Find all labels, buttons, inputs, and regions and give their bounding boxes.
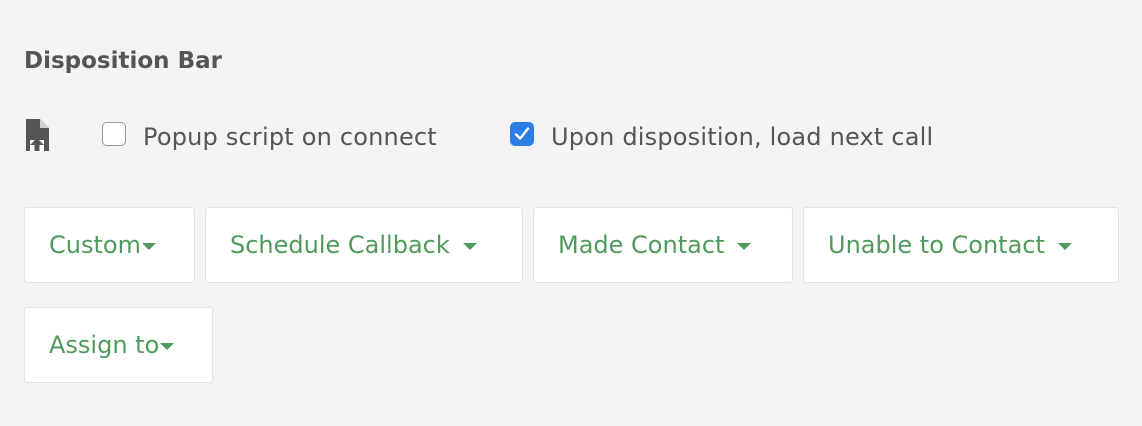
options-row: Popup script on connect Upon disposition…	[24, 116, 1124, 156]
caret-down-icon	[1057, 243, 1072, 250]
popup-script-label: Popup script on connect	[143, 123, 437, 151]
load-next-call-checkbox[interactable]	[510, 122, 534, 146]
made-contact-dropdown-button[interactable]: Made Contact	[533, 207, 793, 283]
unable-to-contact-button-label: Unable to Contact	[828, 231, 1045, 259]
checkmark-icon	[514, 127, 530, 140]
made-contact-button-label: Made Contact	[558, 231, 725, 259]
load-next-call-option[interactable]: Upon disposition, load next call	[510, 121, 933, 153]
popup-script-checkbox[interactable]	[102, 122, 126, 146]
caret-down-icon	[737, 243, 752, 250]
caret-down-icon	[141, 243, 156, 250]
custom-dropdown-button[interactable]: Custom	[24, 207, 195, 283]
schedule-callback-dropdown-button[interactable]: Schedule Callback	[205, 207, 523, 283]
caret-down-icon	[160, 343, 175, 350]
caret-down-icon	[462, 243, 477, 250]
unable-to-contact-dropdown-button[interactable]: Unable to Contact	[803, 207, 1119, 283]
panel-title: Disposition Bar	[24, 48, 222, 74]
assign-to-dropdown-button[interactable]: Assign to	[24, 307, 213, 383]
popup-script-option[interactable]: Popup script on connect	[102, 121, 437, 153]
document-upload-icon[interactable]	[24, 118, 52, 154]
custom-button-label: Custom	[49, 231, 141, 259]
assign-to-button-label: Assign to	[49, 331, 160, 359]
schedule-callback-button-label: Schedule Callback	[230, 231, 450, 259]
load-next-call-label: Upon disposition, load next call	[551, 123, 934, 151]
